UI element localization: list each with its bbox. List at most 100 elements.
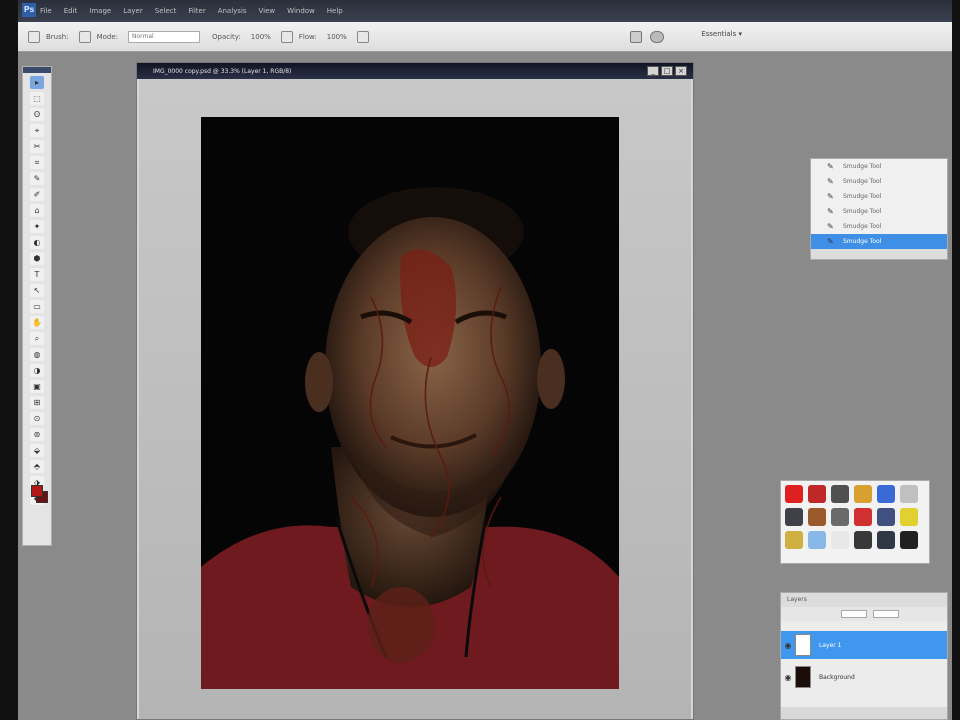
- color-swatch[interactable]: [831, 508, 849, 526]
- tool-button[interactable]: ◍: [30, 348, 44, 361]
- menu-view[interactable]: View: [259, 7, 276, 15]
- layers-footer: [781, 707, 947, 719]
- layer-thumbnail: [795, 634, 811, 656]
- opacity-value[interactable]: 100%: [251, 33, 271, 41]
- layer-row-background[interactable]: ◉ Background: [781, 663, 947, 691]
- menu-help[interactable]: Help: [327, 7, 343, 15]
- tool-button[interactable]: ⌖: [30, 124, 44, 137]
- color-swatch[interactable]: [808, 485, 826, 503]
- mode-label: Mode:: [96, 32, 118, 41]
- smudge-tool-icon[interactable]: [28, 30, 40, 43]
- blend-mode-select[interactable]: [841, 610, 867, 618]
- color-swatch[interactable]: [831, 531, 849, 549]
- tool-button[interactable]: ⬚: [30, 92, 44, 105]
- menu-layer[interactable]: Layer: [123, 7, 143, 15]
- tool-button[interactable]: ⬙: [30, 444, 44, 457]
- tool-button[interactable]: ʘ: [30, 108, 44, 121]
- tool-button[interactable]: ⌂: [30, 204, 44, 217]
- history-item[interactable]: ✎ Smudge Tool: [811, 234, 947, 249]
- color-swatch[interactable]: [900, 485, 918, 503]
- history-item-label: Smudge Tool: [843, 238, 882, 245]
- airbrush-icon[interactable]: [280, 30, 293, 43]
- menu-file[interactable]: File: [40, 7, 52, 15]
- color-swatch[interactable]: [785, 508, 803, 526]
- foreground-color-swatch[interactable]: [31, 485, 43, 497]
- view-extras-icon[interactable]: [650, 31, 664, 43]
- tool-button[interactable]: ✎: [30, 172, 44, 185]
- brush-preset-picker[interactable]: [78, 30, 91, 43]
- color-swatch[interactable]: [900, 508, 918, 526]
- color-swatch[interactable]: [785, 485, 803, 503]
- tool-button[interactable]: ◐: [30, 236, 44, 249]
- tool-button[interactable]: ▸: [30, 76, 44, 89]
- color-swatch[interactable]: [877, 508, 895, 526]
- layer-opacity-field[interactable]: [873, 610, 899, 618]
- menu-select[interactable]: Select: [155, 7, 177, 15]
- workspace-switcher[interactable]: Essentials ▾: [701, 30, 742, 38]
- visibility-eye-icon[interactable]: ◉: [781, 641, 795, 650]
- color-swatch[interactable]: [877, 531, 895, 549]
- tool-button[interactable]: ▣: [30, 380, 44, 393]
- tool-button[interactable]: ⊚: [30, 428, 44, 441]
- history-item[interactable]: ✎ Smudge Tool: [811, 204, 947, 219]
- tools-list: ▸⬚ʘ⌖✂⌗✎✐⌂✦◐⬢T↖▭✋⌕◍◑▣⊞⊙⊚⬙⬘⬗⬖: [23, 76, 51, 505]
- document-titlebar[interactable]: IMG_0000 copy.psd @ 33.3% (Layer 1, RGB/…: [137, 63, 693, 79]
- color-swatch[interactable]: [900, 531, 918, 549]
- flow-value[interactable]: 100%: [327, 33, 347, 41]
- tool-button[interactable]: ✐: [30, 188, 44, 201]
- layer-row-layer1[interactable]: ◉ Layer 1: [781, 631, 947, 659]
- smudge-brush-icon: ✎: [827, 176, 834, 186]
- tool-button[interactable]: T: [30, 268, 44, 281]
- color-swatch[interactable]: [854, 531, 872, 549]
- photoshop-window: Ps File Edit Image Layer Select Filter A…: [18, 0, 952, 720]
- tool-button[interactable]: ⌕: [30, 332, 44, 345]
- layers-tab[interactable]: Layers: [781, 593, 947, 607]
- tool-button[interactable]: ✂: [30, 140, 44, 153]
- swatches-panel: [780, 480, 930, 564]
- history-item[interactable]: ✎ Smudge Tool: [811, 159, 947, 174]
- color-swatch[interactable]: [785, 531, 803, 549]
- toolbox: ▸⬚ʘ⌖✂⌗✎✐⌂✦◐⬢T↖▭✋⌕◍◑▣⊞⊙⊚⬙⬘⬗⬖: [22, 66, 52, 546]
- color-swatch[interactable]: [854, 508, 872, 526]
- history-panel: ✎ Smudge Tool ✎ Smudge Tool ✎ Smudge Tool ✎ Smu…: [810, 158, 948, 260]
- toolbox-header[interactable]: [23, 67, 51, 73]
- menu-bar: Ps File Edit Image Layer Select Filter A…: [18, 0, 952, 22]
- photo-canvas[interactable]: [201, 117, 619, 689]
- menu-image[interactable]: Image: [89, 7, 111, 15]
- tool-button[interactable]: ⬢: [30, 252, 44, 265]
- maximize-button[interactable]: □: [661, 66, 673, 76]
- canvas-area[interactable]: [139, 79, 691, 719]
- launch-bridge-icon[interactable]: [630, 31, 642, 43]
- menu-edit[interactable]: Edit: [64, 7, 78, 15]
- tool-button[interactable]: ▭: [30, 300, 44, 313]
- tool-button[interactable]: ⊞: [30, 396, 44, 409]
- history-item[interactable]: ✎ Smudge Tool: [811, 174, 947, 189]
- color-swatch[interactable]: [808, 531, 826, 549]
- tool-button[interactable]: ⌗: [30, 156, 44, 169]
- history-item[interactable]: ✎ Smudge Tool: [811, 219, 947, 234]
- tool-button[interactable]: ↖: [30, 284, 44, 297]
- history-item-label: Smudge Tool: [843, 223, 882, 230]
- history-item[interactable]: ✎ Smudge Tool: [811, 189, 947, 204]
- close-button[interactable]: ×: [675, 66, 687, 76]
- mode-select[interactable]: Normal: [128, 30, 200, 43]
- tool-button[interactable]: ◑: [30, 364, 44, 377]
- pressure-icon[interactable]: [356, 30, 369, 43]
- document-window: IMG_0000 copy.psd @ 33.3% (Layer 1, RGB/…: [136, 62, 694, 720]
- tool-button[interactable]: ⊙: [30, 412, 44, 425]
- color-swatch[interactable]: [831, 485, 849, 503]
- smudge-brush-icon: ✎: [827, 221, 834, 231]
- portrait-image: [201, 117, 619, 689]
- color-swatch[interactable]: [808, 508, 826, 526]
- color-swatch[interactable]: [854, 485, 872, 503]
- minimize-button[interactable]: _: [647, 66, 659, 76]
- menu-filter[interactable]: Filter: [188, 7, 205, 15]
- tool-button[interactable]: ✋: [30, 316, 44, 329]
- visibility-eye-icon[interactable]: ◉: [781, 673, 795, 682]
- color-swatch[interactable]: [877, 485, 895, 503]
- menu-window[interactable]: Window: [287, 7, 315, 15]
- tool-button[interactable]: ✦: [30, 220, 44, 233]
- tool-button[interactable]: ⬘: [30, 460, 44, 473]
- opacity-label: Opacity:: [212, 32, 241, 41]
- menu-analysis[interactable]: Analysis: [218, 7, 247, 15]
